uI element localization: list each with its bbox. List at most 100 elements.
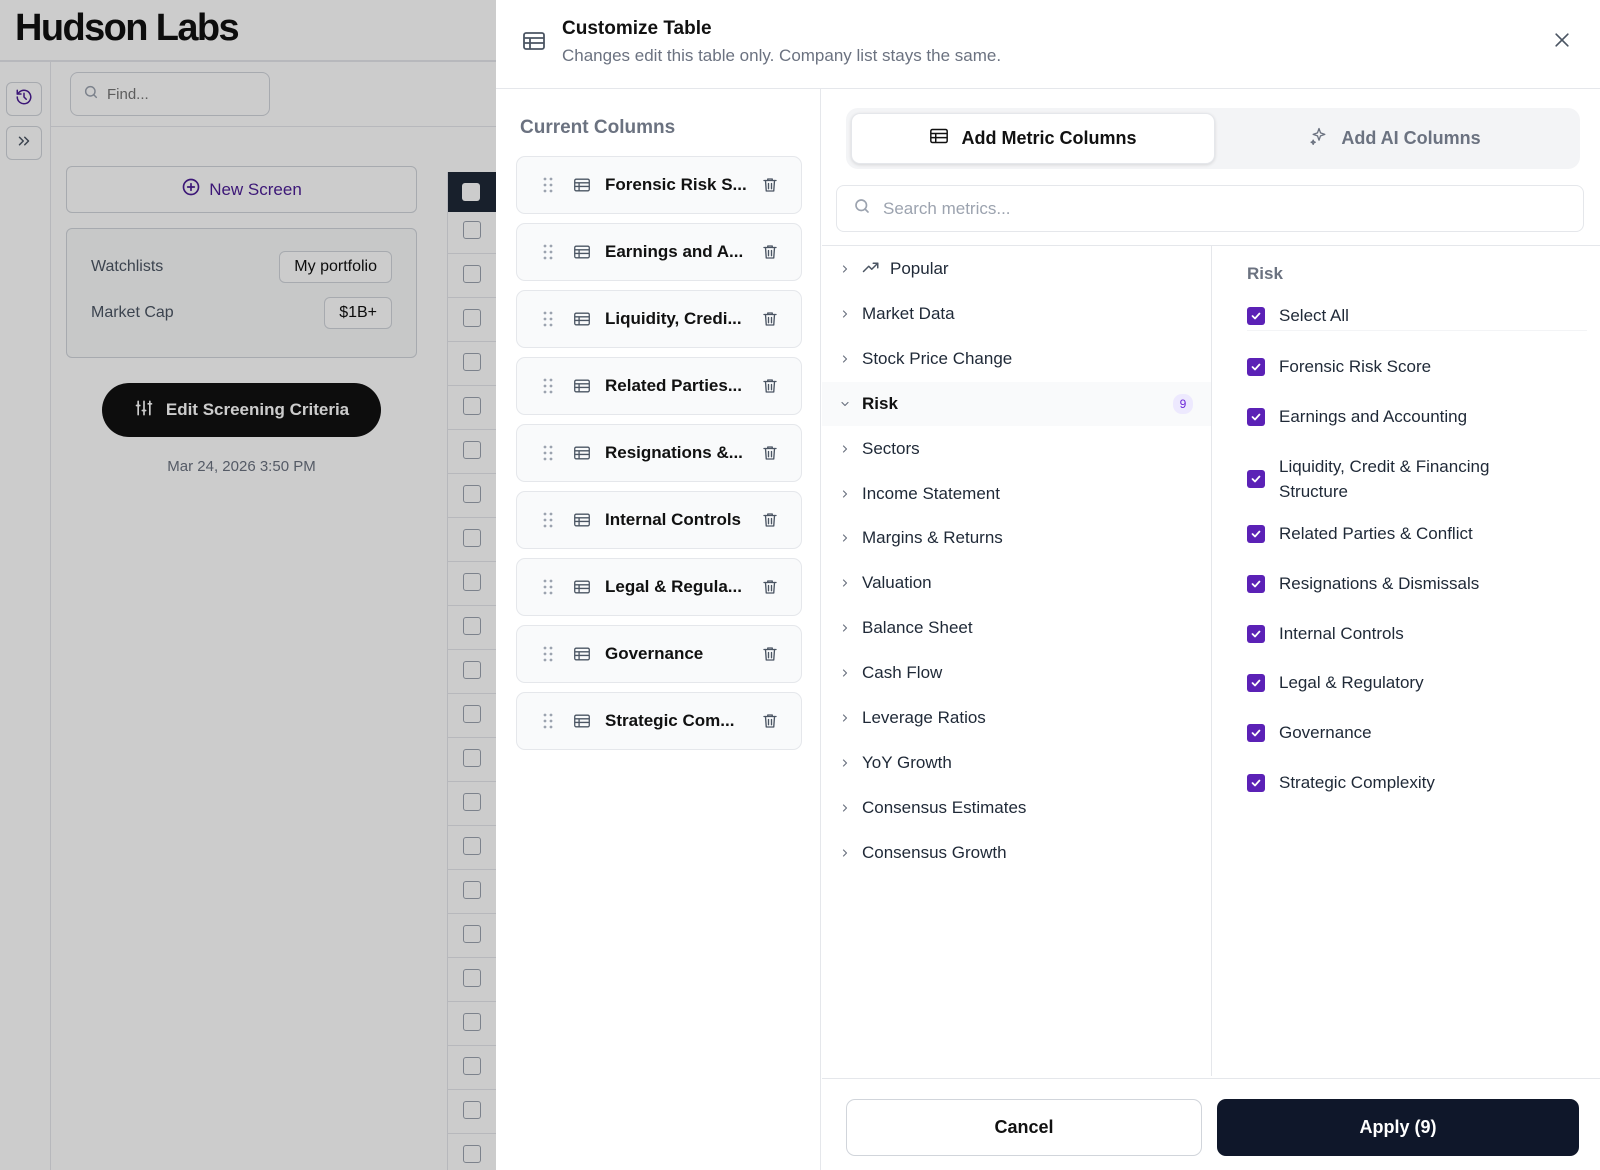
metric-label: Related Parties & Conflict <box>1279 524 1473 543</box>
tab-add-ai-columns[interactable]: Add AI Columns <box>1215 113 1575 164</box>
category-label: Consensus Growth <box>862 842 1007 862</box>
checkbox-checked[interactable] <box>1247 773 1265 792</box>
cancel-button[interactable]: Cancel <box>846 1099 1202 1156</box>
category-item[interactable]: Market Data <box>822 292 1211 336</box>
customize-table-panel: Customize Table Changes edit this table … <box>496 0 1600 1170</box>
current-column-item[interactable]: Governance <box>516 625 802 683</box>
trash-icon[interactable] <box>761 243 779 261</box>
metric-checkbox-row[interactable]: Internal Controls <box>1247 621 1577 646</box>
category-label-wrap: Stock Price Change <box>862 349 1012 369</box>
category-item[interactable]: Leverage Ratios <box>822 696 1211 740</box>
category-item[interactable]: Risk 9 <box>822 381 1211 426</box>
close-button[interactable] <box>1550 30 1574 54</box>
category-item[interactable]: Stock Price Change <box>822 337 1211 381</box>
metric-checkbox-row[interactable]: Strategic Complexity <box>1247 770 1577 795</box>
trending-up-icon <box>862 259 880 279</box>
metric-checkbox-row[interactable]: Liquidity, Credit & Financing Structure <box>1247 454 1577 504</box>
checkbox-checked[interactable] <box>1247 574 1265 593</box>
checkbox-checked[interactable] <box>1247 357 1265 376</box>
metric-checkbox-row[interactable]: Resignations & Dismissals <box>1247 571 1577 596</box>
current-column-item[interactable]: Internal Controls <box>516 491 802 549</box>
category-label-wrap: Valuation <box>862 573 932 593</box>
checkbox-checked[interactable] <box>1247 524 1265 543</box>
category-detail-title: Risk <box>1247 264 1283 283</box>
checkbox-checked[interactable] <box>1247 723 1265 742</box>
drag-handle-icon[interactable] <box>539 176 557 194</box>
panel-footer: Cancel Apply (9) <box>822 1078 1600 1170</box>
current-column-item[interactable]: Earnings and A... <box>516 223 802 281</box>
metric-search-input[interactable] <box>883 198 1563 219</box>
table-icon <box>573 311 591 327</box>
trash-icon[interactable] <box>761 645 779 663</box>
drag-handle-icon[interactable] <box>539 712 557 730</box>
table-icon <box>573 579 591 595</box>
select-all-checkbox-row[interactable]: Select All <box>1247 303 1577 328</box>
current-column-item[interactable]: Forensic Risk S... <box>516 156 802 214</box>
category-item[interactable]: Consensus Growth <box>822 831 1211 875</box>
drag-handle-icon[interactable] <box>539 578 557 596</box>
chevron-right-icon <box>838 532 852 544</box>
category-label: Stock Price Change <box>862 348 1013 368</box>
category-label-wrap: Sectors <box>862 439 920 459</box>
chevron-right-icon <box>838 308 852 320</box>
trash-icon[interactable] <box>761 377 779 395</box>
current-columns-list: Forensic Risk S... Earnings and A... Liqui… <box>516 156 802 759</box>
metric-checkbox-row[interactable]: Governance <box>1247 720 1577 745</box>
metric-checkbox-row[interactable]: Forensic Risk Score <box>1247 354 1577 379</box>
current-column-label: Strategic Com... <box>605 711 735 730</box>
current-column-item[interactable]: Resignations &... <box>516 424 802 482</box>
category-label: Market Data <box>862 303 955 323</box>
trash-icon[interactable] <box>761 444 779 462</box>
drag-handle-icon[interactable] <box>539 243 557 261</box>
drag-handle-icon[interactable] <box>539 511 557 529</box>
trash-icon[interactable] <box>761 511 779 529</box>
category-item[interactable]: Cash Flow <box>822 651 1211 695</box>
category-item[interactable]: Popular <box>822 247 1211 291</box>
metric-search-field[interactable] <box>836 185 1584 232</box>
category-item[interactable]: Margins & Returns <box>822 516 1211 560</box>
category-label-wrap: Consensus Estimates <box>862 798 1026 818</box>
category-item[interactable]: YoY Growth <box>822 741 1211 785</box>
drag-handle-icon[interactable] <box>539 310 557 328</box>
current-column-label: Related Parties... <box>605 376 743 395</box>
drag-handle-icon[interactable] <box>539 645 557 663</box>
category-label: Consensus Estimates <box>862 797 1027 817</box>
metric-checkbox-row[interactable]: Legal & Regulatory <box>1247 670 1577 695</box>
column-type-tabs: Add Metric Columns Add AI Columns <box>846 108 1580 169</box>
category-label-wrap: Income Statement <box>862 484 1000 504</box>
checkbox-checked[interactable] <box>1247 306 1265 325</box>
category-item[interactable]: Balance Sheet <box>822 606 1211 650</box>
category-detail: Risk Select All Forensic Risk Score Earni… <box>1213 246 1600 1076</box>
metric-checkbox-row[interactable]: Related Parties & Conflict <box>1247 521 1577 546</box>
checkbox-checked[interactable] <box>1247 407 1265 426</box>
category-count-badge: 9 <box>1173 393 1193 414</box>
trash-icon[interactable] <box>761 578 779 596</box>
current-column-item[interactable]: Liquidity, Credi... <box>516 290 802 348</box>
trash-icon[interactable] <box>761 712 779 730</box>
modal-backdrop[interactable] <box>0 0 496 1170</box>
category-item[interactable]: Income Statement <box>822 472 1211 516</box>
tab-add-metric-columns[interactable]: Add Metric Columns <box>851 113 1215 164</box>
trash-icon[interactable] <box>761 176 779 194</box>
checkbox-checked[interactable] <box>1247 624 1265 643</box>
checkbox-checked[interactable] <box>1247 673 1265 692</box>
current-column-item[interactable]: Related Parties... <box>516 357 802 415</box>
metric-checkbox-row[interactable]: Earnings and Accounting <box>1247 404 1577 429</box>
current-columns-title: Current Columns <box>520 117 676 138</box>
select-all-label: Select All <box>1279 306 1349 325</box>
category-label: Valuation <box>862 573 932 593</box>
trash-icon[interactable] <box>761 310 779 328</box>
drag-handle-icon[interactable] <box>539 377 557 395</box>
chevron-right-icon <box>838 488 852 500</box>
category-item[interactable]: Consensus Estimates <box>822 786 1211 830</box>
category-item[interactable]: Valuation <box>822 561 1211 605</box>
drag-handle-icon[interactable] <box>539 444 557 462</box>
current-column-item[interactable]: Legal & Regula... <box>516 558 802 616</box>
category-label-wrap: Risk <box>862 394 898 414</box>
category-item[interactable]: Sectors <box>822 427 1211 471</box>
chevron-right-icon <box>838 802 852 814</box>
checkbox-checked[interactable] <box>1247 470 1265 488</box>
current-column-label: Earnings and A... <box>605 242 744 261</box>
current-column-item[interactable]: Strategic Com... <box>516 692 802 750</box>
apply-button[interactable]: Apply (9) <box>1217 1099 1579 1156</box>
